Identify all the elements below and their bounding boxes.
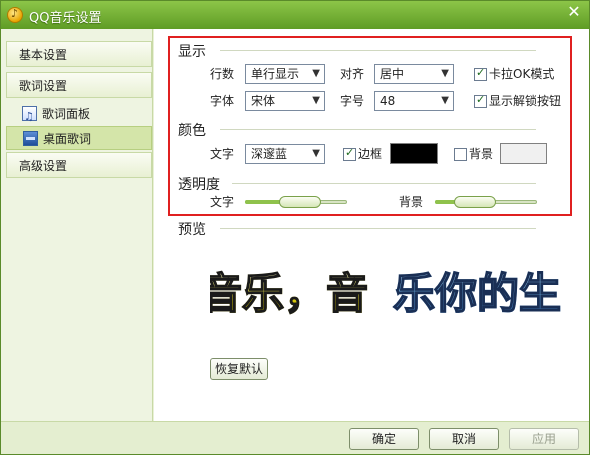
sidebar-item-label: 歌词设置 <box>19 79 68 93</box>
size-select-value: 48 <box>380 94 396 108</box>
text-color-select-value: 深邃蓝 <box>251 147 288 161</box>
text-transparency-slider[interactable] <box>245 196 347 208</box>
border-label: 边框 <box>358 147 383 161</box>
section-title-display: 显示 <box>178 44 206 60</box>
settings-content: 显示 行数 单行显示 ▼ 对齐 居中 ▼ 卡拉OK模式 字体 宋体 ▼ 字号 4… <box>154 29 589 421</box>
sidebar-item-label: 歌词面板 <box>42 107 91 121</box>
sidebar-item-label: 基本设置 <box>19 48 68 62</box>
highlight-box <box>168 36 572 216</box>
text-color-select[interactable]: 深邃蓝 ▼ <box>245 144 325 164</box>
align-select-value: 居中 <box>380 67 405 81</box>
sidebar-item-label: 桌面歌词 <box>43 132 92 146</box>
chevron-down-icon: ▼ <box>441 68 449 79</box>
ok-button[interactable]: 确定 <box>349 428 419 450</box>
font-select[interactable]: 宋体 ▼ <box>245 91 325 111</box>
restore-defaults-button[interactable]: 恢复默认 <box>210 358 268 380</box>
section-title-transparency: 透明度 <box>178 177 220 193</box>
align-select[interactable]: 居中 ▼ <box>374 64 454 84</box>
karaoke-label: 卡拉OK模式 <box>489 67 555 81</box>
section-divider <box>220 129 536 130</box>
background-transparency-slider[interactable] <box>435 196 537 208</box>
chevron-down-icon: ▼ <box>312 68 320 79</box>
sidebar: 基本设置 歌词设置 歌词面板 桌面歌词 高级设置 <box>1 29 153 421</box>
border-checkbox[interactable] <box>343 146 356 161</box>
preview-lyric-played: 音乐，音 <box>210 260 369 321</box>
background-transparency-label: 背景 <box>399 195 424 209</box>
section-divider <box>220 50 536 51</box>
unlock-button-label: 显示解锁按钮 <box>489 94 562 108</box>
align-label: 对齐 <box>340 67 365 81</box>
lyrics-panel-icon <box>22 105 37 129</box>
chevron-down-icon: ▼ <box>441 95 449 106</box>
font-select-value: 宋体 <box>251 94 276 108</box>
sidebar-item-lyrics-panel[interactable]: 歌词面板 <box>6 102 152 129</box>
sidebar-item-basic[interactable]: 基本设置 <box>6 41 152 67</box>
slider-thumb[interactable] <box>278 196 321 208</box>
section-divider <box>232 183 536 184</box>
rows-select[interactable]: 单行显示 ▼ <box>245 64 325 84</box>
slider-thumb[interactable] <box>454 196 497 208</box>
text-transparency-label: 文字 <box>210 195 235 209</box>
section-divider <box>220 228 536 229</box>
window-title: QQ音乐设置 <box>29 11 102 26</box>
size-label: 字号 <box>340 94 365 108</box>
unlock-button-checkbox[interactable] <box>474 93 487 108</box>
rows-select-value: 单行显示 <box>251 67 300 81</box>
qq-music-logo-icon <box>7 7 23 23</box>
apply-button[interactable]: 应用 <box>509 428 579 450</box>
sidebar-item-lyrics[interactable]: 歌词设置 <box>6 72 152 98</box>
background-color-swatch[interactable] <box>500 143 547 164</box>
lyrics-preview: 音乐，音 乐你的生 <box>210 240 568 351</box>
footer-bar: 确定 取消 应用 <box>1 421 589 454</box>
chevron-down-icon: ▼ <box>312 148 320 159</box>
sidebar-item-advanced[interactable]: 高级设置 <box>6 152 152 178</box>
sidebar-item-desktop-lyrics[interactable]: 桌面歌词 <box>6 126 152 150</box>
settings-window: QQ音乐设置 ✕ 基本设置 歌词设置 歌词面板 桌面歌词 高级设置 显示 行数 … <box>0 0 590 455</box>
sidebar-item-label: 高级设置 <box>19 159 68 173</box>
section-title-color: 颜色 <box>178 123 206 139</box>
title-bar[interactable]: QQ音乐设置 ✕ <box>1 1 589 29</box>
rows-label: 行数 <box>210 67 235 81</box>
desktop-lyrics-icon <box>23 131 38 146</box>
section-title-preview: 预览 <box>178 222 206 238</box>
preview-lyric-upcoming: 乐你的生 <box>392 260 562 321</box>
background-label: 背景 <box>469 147 494 161</box>
karaoke-checkbox[interactable] <box>474 66 487 81</box>
chevron-down-icon: ▼ <box>312 95 320 106</box>
size-select[interactable]: 48 ▼ <box>374 91 454 111</box>
font-label: 字体 <box>210 94 235 108</box>
close-button[interactable]: ✕ <box>565 4 583 22</box>
text-color-label: 文字 <box>210 147 235 161</box>
background-checkbox[interactable] <box>454 148 467 161</box>
border-color-swatch[interactable] <box>390 143 438 164</box>
cancel-button[interactable]: 取消 <box>429 428 499 450</box>
